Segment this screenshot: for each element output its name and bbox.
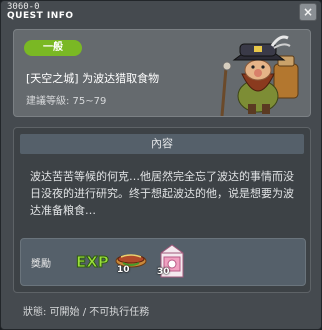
quest-status: 狀態: 可開始 / 不可执行任務 <box>23 307 150 318</box>
content-header: 內容 <box>20 134 304 154</box>
reward-item-milk[interactable]: 30 <box>155 241 189 281</box>
close-button[interactable]: × <box>299 3 317 21</box>
reward-item-quantity: 10 <box>117 265 130 275</box>
window-title: QUEST INFO <box>7 11 74 21</box>
quest-category-badge: 一般 <box>24 40 82 56</box>
exp-icon: EXP <box>76 253 110 272</box>
quest-description: 波达苦苦等候的何克…他居然完全忘了波达的事情而没日没夜的进行研究。终于想起波达的… <box>30 170 294 217</box>
reward-box: 獎勵 EXP 10 30 <box>20 238 306 286</box>
npc-portrait-icon <box>220 35 299 116</box>
quest-name: [天空之城] 为波达猎取食物 <box>26 72 160 85</box>
reward-label: 獎勵 <box>31 259 51 270</box>
exp-text: EXP <box>76 253 109 271</box>
quest-content-panel: 內容 波达苦苦等候的何克…他居然完全忘了波达的事情而没日没夜的进行研究。终于想起… <box>13 127 311 293</box>
quest-info-window: 3060-0 QUEST INFO × 一般 [天空之城] 为波达猎取食物 建議… <box>0 0 322 330</box>
quest-summary-panel: 一般 [天空之城] 为波达猎取食物 建議等級: 75~79 <box>13 29 311 117</box>
reward-item-sausage[interactable]: 10 <box>113 245 149 279</box>
quest-level: 建議等級: 75~79 <box>26 96 107 107</box>
reward-item-quantity: 30 <box>157 267 170 277</box>
